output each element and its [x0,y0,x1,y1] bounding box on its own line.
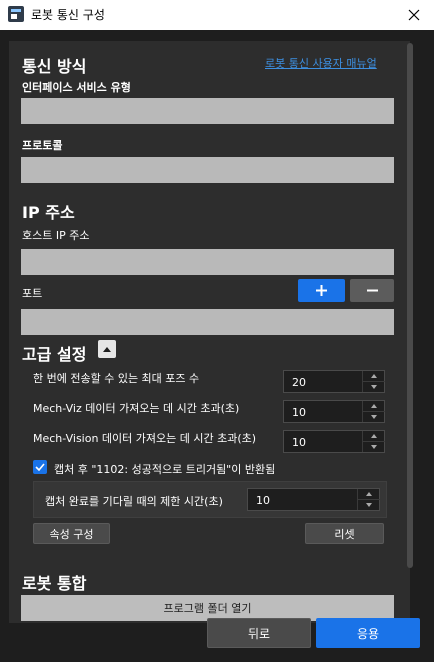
interface-service-label: 인터페이스 서비스 유형 [22,81,131,94]
interface-service-select[interactable] [21,98,394,124]
manual-link[interactable]: 로봇 통신 사용자 매뉴얼 [265,55,377,71]
max-poses-spinbox[interactable]: 20 [283,370,385,393]
plus-icon [316,285,327,296]
vision-timeout-value: 10 [292,436,306,449]
viz-timeout-decrement[interactable] [363,412,385,423]
property-config-button[interactable]: 속성 구성 [33,523,110,544]
caret-down-icon [366,502,372,507]
dialog-body: 통신 방식 로봇 통신 사용자 매뉴얼 인터페이스 서비스 유형 프로토콜 IP… [0,30,434,662]
close-button[interactable] [394,0,434,30]
capture-wait-spinbox[interactable]: 10 [247,488,380,511]
port-input[interactable] [21,309,394,335]
settings-panel: 통신 방식 로봇 통신 사용자 매뉴얼 인터페이스 서비스 유형 프로토콜 IP… [9,41,410,623]
minus-icon [366,289,378,292]
close-icon [408,9,420,21]
viz-timeout-value: 10 [292,406,306,419]
chevron-up-icon [103,347,111,352]
app-logo-icon [8,6,24,22]
max-poses-decrement[interactable] [363,382,385,393]
ip-heading: IP 주소 [22,203,75,222]
capture-wait-increment[interactable] [358,489,380,500]
trigger-checkbox[interactable] [33,460,47,474]
reset-button[interactable]: 리셋 [305,523,384,544]
max-poses-value: 20 [292,376,306,389]
advanced-heading: 고급 설정 [22,345,87,364]
window-title: 로봇 통신 구성 [31,8,105,22]
host-ip-input[interactable] [21,249,394,275]
caret-up-icon [371,373,377,378]
checkmark-icon [35,463,45,471]
host-ip-label: 호스트 IP 주소 [22,229,90,242]
capture-wait-value: 10 [256,494,270,507]
title-bar: 로봇 통신 구성 [0,0,434,30]
trigger-checkbox-label: 캡처 후 "1102: 성공적으로 트리거됨"이 반환됨 [54,463,276,476]
scrollbar-thumb[interactable] [407,43,413,568]
viz-timeout-label: Mech-Viz 데이터 가져오는 데 시간 초과(초) [33,402,240,415]
back-button[interactable]: 뒤로 [207,618,311,648]
max-poses-label: 한 번에 전송할 수 있는 최대 포즈 수 [33,372,200,385]
remove-port-button[interactable] [350,279,394,302]
caret-up-icon [371,433,377,438]
robot-integration-heading: 로봇 통합 [22,574,87,593]
add-port-button[interactable] [298,279,345,302]
capture-wait-decrement[interactable] [358,500,380,511]
vision-timeout-label: Mech-Vision 데이터 가져오는 데 시간 초과(초) [33,432,257,445]
viz-timeout-increment[interactable] [363,401,385,412]
vision-timeout-decrement[interactable] [363,442,385,453]
protocol-select[interactable] [21,157,394,183]
communication-heading: 통신 방식 [22,57,87,76]
vision-timeout-spinbox[interactable]: 10 [283,430,385,453]
max-poses-increment[interactable] [363,371,385,382]
apply-button[interactable]: 응용 [316,618,420,648]
advanced-collapse-button[interactable] [98,340,116,358]
viz-timeout-spinbox[interactable]: 10 [283,400,385,423]
caret-down-icon [371,444,377,449]
vision-timeout-increment[interactable] [363,431,385,442]
caret-up-icon [366,491,372,496]
port-label: 포트 [22,287,43,300]
caret-down-icon [371,384,377,389]
caret-up-icon [371,403,377,408]
vertical-scrollbar[interactable] [406,41,414,623]
protocol-label: 프로토콜 [22,139,63,152]
capture-wait-group: 캡처 완료를 기다릴 때의 제한 시간(초) 10 [33,481,387,518]
caret-down-icon [371,414,377,419]
capture-wait-label: 캡처 완료를 기다릴 때의 제한 시간(초) [45,495,223,508]
